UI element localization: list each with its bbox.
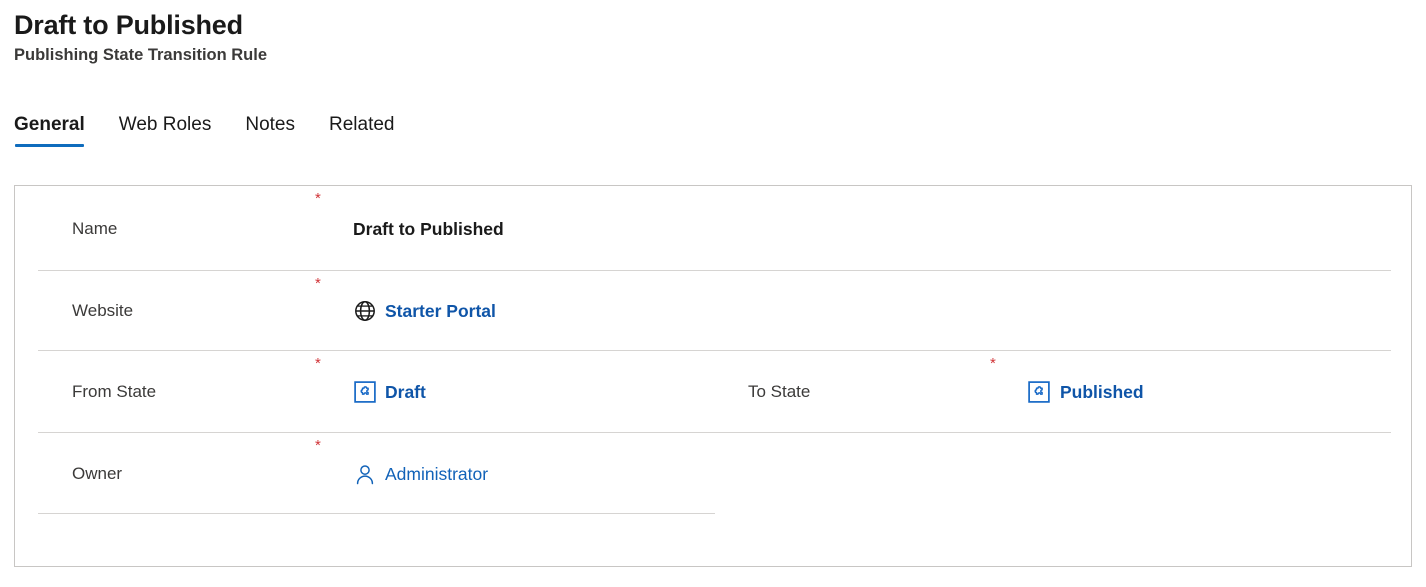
tab-general[interactable]: General [14,112,85,147]
field-website[interactable]: Website * Starter Portal [15,271,749,351]
form-row-state: From State * Draft To State * Published [15,351,1411,433]
tab-general-label: General [14,114,85,135]
field-to-state-value-link[interactable]: Published [1060,381,1144,403]
field-to-state-value-wrap: Published [1028,381,1144,404]
field-to-state-label: To State [747,382,811,401]
form-row-website: Website * Starter Portal [15,271,1411,351]
field-website-label: Website [72,301,134,320]
page-subtitle: Publishing State Transition Rule [14,46,268,64]
field-owner-label: Owner [72,463,123,483]
field-name[interactable]: Name * Draft to Published [15,186,749,271]
form-row-name: Name * Draft to Published [15,186,1411,271]
tab-notes[interactable]: Notes [245,112,295,147]
tabstrip: General Web Roles Notes Related [14,112,395,147]
field-website-value-wrap: Starter Portal [353,300,496,323]
field-from-state-label: From State [72,382,157,401]
tab-notes-label: Notes [245,114,295,135]
field-website-required-marker: * [315,275,321,292]
field-name-value: Draft to Published [353,218,504,239]
field-name-required-marker: * [315,190,321,207]
person-icon [353,462,376,485]
field-owner[interactable]: Owner * Administrator [15,433,749,514]
tab-web-roles[interactable]: Web Roles [119,112,212,147]
field-owner-required-marker: * [315,437,321,454]
field-from-state-required-marker: * [315,355,321,372]
puzzle-entity-icon [353,381,376,404]
globe-icon [353,300,376,323]
field-from-state-value-link[interactable]: Draft [385,381,426,403]
general-form-card: Name * Draft to Published Website * Star… [14,185,1412,567]
tab-related-label: Related [329,114,395,135]
field-owner-value-wrap: Administrator [353,462,488,485]
field-website-value-link[interactable]: Starter Portal [385,300,496,322]
page-title: Draft to Published [14,10,243,40]
field-name-value-wrap: Draft to Published [353,218,504,240]
field-from-state[interactable]: From State * Draft [15,351,748,433]
field-owner-value-link[interactable]: Administrator [385,463,488,485]
page-header: Draft to Published Publishing State Tran… [14,8,267,66]
field-name-label: Name [72,218,118,238]
field-to-state[interactable]: To State * Published [748,351,1411,433]
field-from-state-value-wrap: Draft [353,381,426,404]
field-to-state-required-marker: * [989,355,996,372]
tab-web-roles-label: Web Roles [118,114,212,135]
puzzle-entity-icon [1028,381,1051,404]
tab-related[interactable]: Related [329,112,395,147]
form-row-owner: Owner * Administrator [15,433,1411,514]
row-divider [38,513,715,514]
